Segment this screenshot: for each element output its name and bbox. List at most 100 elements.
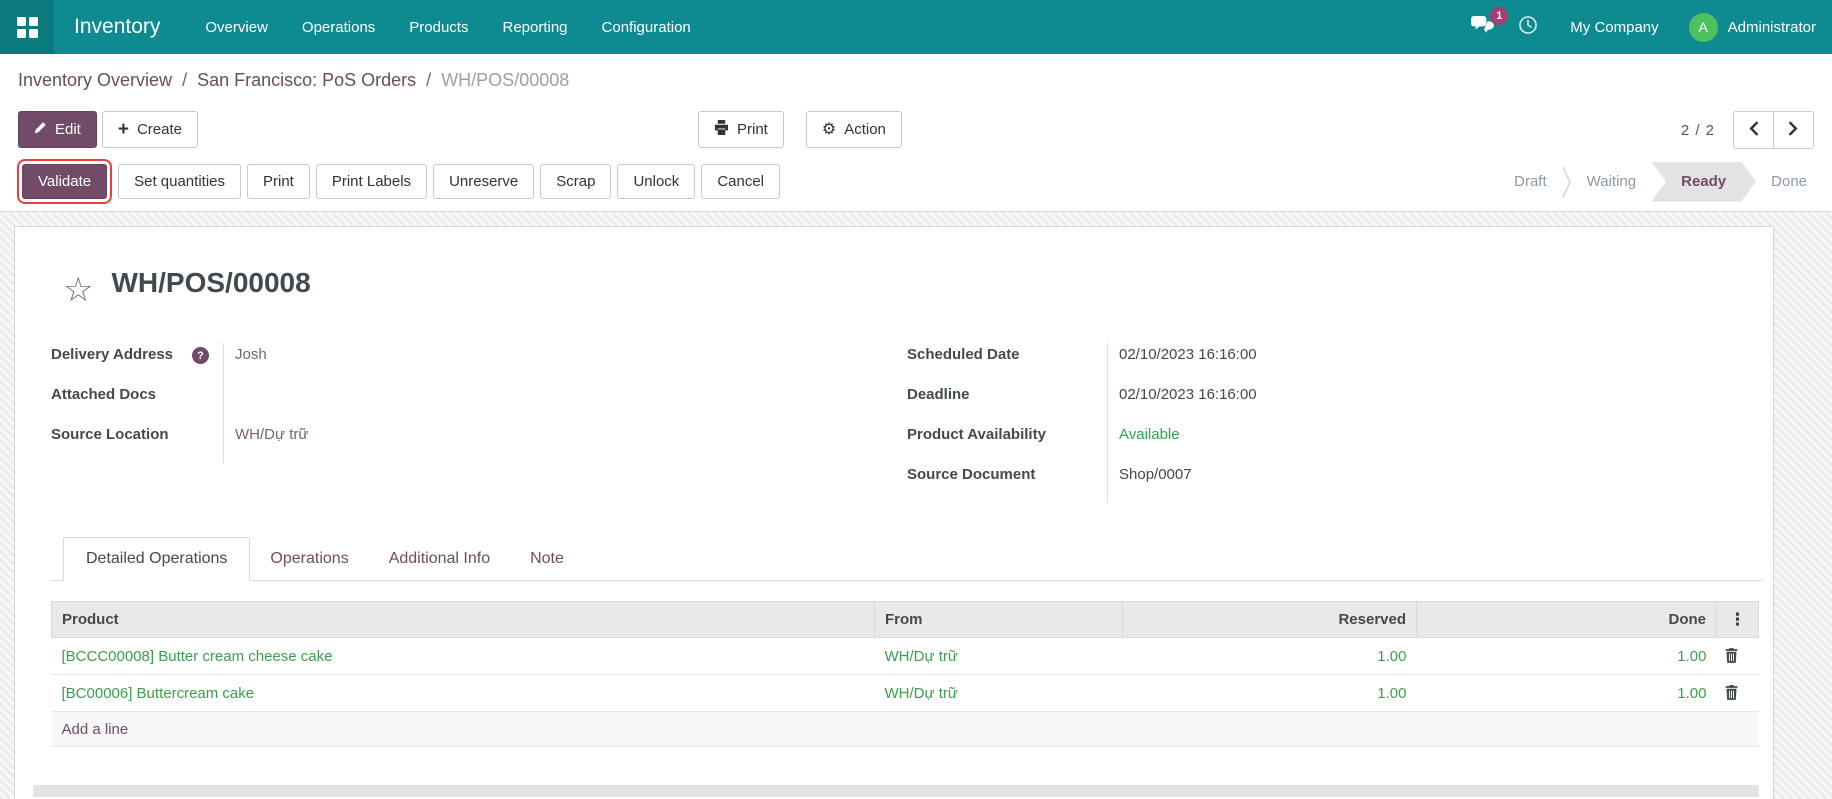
favorite-star-icon[interactable]: ☆ xyxy=(63,273,93,307)
apps-menu-button[interactable] xyxy=(0,0,54,54)
control-panel-left: Edit + Create xyxy=(18,111,198,148)
chevron-right-icon xyxy=(1788,121,1799,139)
help-icon: ? xyxy=(192,347,209,364)
edit-button[interactable]: Edit xyxy=(18,111,97,148)
breadcrumb-current: WH/POS/00008 xyxy=(441,70,569,91)
tab-additional-info[interactable]: Additional Info xyxy=(369,538,510,580)
table-row: [BCCC00008] Butter cream cheese cake WH/… xyxy=(52,638,1759,675)
pager-previous-button[interactable] xyxy=(1733,111,1774,149)
add-line-button[interactable]: Add a line xyxy=(52,712,1759,747)
field-label: Delivery Address ? xyxy=(51,343,223,383)
breadcrumb-link-inventory-overview[interactable]: Inventory Overview xyxy=(18,70,172,91)
field-attached-docs: Attached Docs xyxy=(51,383,907,423)
create-button-label: Create xyxy=(137,121,182,138)
scrap-button[interactable]: Scrap xyxy=(540,164,611,199)
attached-docs-value xyxy=(223,383,907,423)
optional-columns-button[interactable]: ⋮ xyxy=(1717,602,1759,638)
cell-from[interactable]: WH/Dự trữ xyxy=(875,675,1123,712)
app-name[interactable]: Inventory xyxy=(74,15,160,39)
trash-icon xyxy=(1725,688,1738,703)
plus-icon: + xyxy=(118,120,129,139)
menu-products[interactable]: Products xyxy=(392,0,485,54)
scheduled-date-label: Scheduled Date xyxy=(907,343,1107,383)
table-row: [BC00006] Buttercream cake WH/Dự trữ 1.0… xyxy=(52,675,1759,712)
messages-button[interactable]: 1 xyxy=(1459,6,1506,48)
record-title: WH/POS/00008 xyxy=(111,267,310,299)
deadline-label: Deadline xyxy=(907,383,1107,423)
edit-button-label: Edit xyxy=(55,121,81,138)
tab-detailed-operations[interactable]: Detailed Operations xyxy=(63,537,250,581)
cell-from[interactable]: WH/Dự trữ xyxy=(875,638,1123,675)
validate-button[interactable]: Validate xyxy=(22,164,107,199)
trash-icon xyxy=(1725,651,1738,666)
delete-row-button[interactable] xyxy=(1723,683,1740,702)
tab-note[interactable]: Note xyxy=(510,538,584,580)
table-header-row: Product From Reserved Done ⋮ xyxy=(52,602,1759,638)
deadline-value: 02/10/2023 16:16:00 xyxy=(1107,383,1763,423)
delete-row-button[interactable] xyxy=(1723,646,1740,665)
cell-done[interactable]: 1.00 xyxy=(1417,675,1717,712)
user-name: Administrator xyxy=(1728,19,1816,36)
horizontal-scrollbar[interactable] xyxy=(33,785,1759,797)
control-panel-right: 2 / 2 xyxy=(1681,111,1814,149)
chevron-left-icon xyxy=(1748,121,1759,139)
control-panel-center: Print ⚙ Action xyxy=(698,111,902,148)
operations-table: Product From Reserved Done ⋮ [BCCC00008]… xyxy=(51,601,1759,747)
user-menu[interactable]: A Administrator xyxy=(1689,13,1816,42)
action-menu-label: Action xyxy=(844,121,886,138)
company-switcher[interactable]: My Company xyxy=(1570,19,1658,36)
pager-counter: 2 / 2 xyxy=(1681,122,1715,139)
column-header-reserved[interactable]: Reserved xyxy=(1123,602,1417,638)
stage-draft[interactable]: Draft xyxy=(1499,162,1562,202)
menu-overview[interactable]: Overview xyxy=(188,0,285,54)
cancel-button[interactable]: Cancel xyxy=(701,164,780,199)
scheduled-date-value: 02/10/2023 16:16:00 xyxy=(1107,343,1763,383)
create-button[interactable]: + Create xyxy=(102,111,198,148)
print-menu-button[interactable]: Print xyxy=(698,111,784,148)
breadcrumb-separator: / xyxy=(182,70,187,91)
unlock-button[interactable]: Unlock xyxy=(617,164,695,199)
pager-next-button[interactable] xyxy=(1773,111,1814,149)
field-scheduled-date: Scheduled Date 02/10/2023 16:16:00 xyxy=(907,343,1763,383)
field-deadline: Deadline 02/10/2023 16:16:00 xyxy=(907,383,1763,423)
unreserve-button[interactable]: Unreserve xyxy=(433,164,534,199)
product-availability-label: Product Availability xyxy=(907,423,1107,463)
source-location-label: Source Location xyxy=(51,423,223,463)
breadcrumb-link-pos-orders[interactable]: San Francisco: PoS Orders xyxy=(197,70,416,91)
menu-configuration[interactable]: Configuration xyxy=(585,0,708,54)
clock-icon xyxy=(1518,15,1538,40)
delivery-address-value[interactable]: Josh xyxy=(223,343,907,383)
navbar-right: 1 My Company A Administrator xyxy=(1459,6,1832,49)
action-menu-button[interactable]: ⚙ Action xyxy=(806,111,902,148)
column-header-from[interactable]: From xyxy=(875,602,1123,638)
print-labels-button[interactable]: Print Labels xyxy=(316,164,427,199)
stage-done[interactable]: Done xyxy=(1756,162,1822,202)
stage-waiting[interactable]: Waiting xyxy=(1572,162,1651,202)
pager xyxy=(1733,111,1814,149)
source-document-value: Shop/0007 xyxy=(1107,463,1763,503)
tab-operations[interactable]: Operations xyxy=(250,538,368,580)
field-groups: Delivery Address ? Josh Attached Docs So… xyxy=(51,343,1763,503)
add-line-row: Add a line xyxy=(52,712,1759,747)
activities-button[interactable] xyxy=(1506,6,1550,49)
field-source-location: Source Location WH/Dự trữ xyxy=(51,423,907,463)
cell-product[interactable]: [BC00006] Buttercream cake xyxy=(52,675,875,712)
stage-ready[interactable]: Ready xyxy=(1651,162,1756,202)
set-quantities-button[interactable]: Set quantities xyxy=(118,164,241,199)
field-delivery-address: Delivery Address ? Josh xyxy=(51,343,907,383)
cell-product[interactable]: [BCCC00008] Butter cream cheese cake xyxy=(52,638,875,675)
print-button[interactable]: Print xyxy=(247,164,310,199)
menu-operations[interactable]: Operations xyxy=(285,0,392,54)
cell-reserved[interactable]: 1.00 xyxy=(1123,638,1417,675)
column-header-done[interactable]: Done xyxy=(1417,602,1717,638)
column-header-product[interactable]: Product xyxy=(52,602,875,638)
cell-delete xyxy=(1717,675,1759,712)
cell-reserved[interactable]: 1.00 xyxy=(1123,675,1417,712)
source-location-value[interactable]: WH/Dự trữ xyxy=(223,423,907,463)
field-source-document: Source Document Shop/0007 xyxy=(907,463,1763,503)
menu-reporting[interactable]: Reporting xyxy=(485,0,584,54)
cell-done[interactable]: 1.00 xyxy=(1417,638,1717,675)
breadcrumb: Inventory Overview / San Francisco: PoS … xyxy=(0,54,1832,106)
notebook-tabs: Detailed Operations Operations Additiona… xyxy=(51,537,1763,581)
field-product-availability: Product Availability Available xyxy=(907,423,1763,463)
